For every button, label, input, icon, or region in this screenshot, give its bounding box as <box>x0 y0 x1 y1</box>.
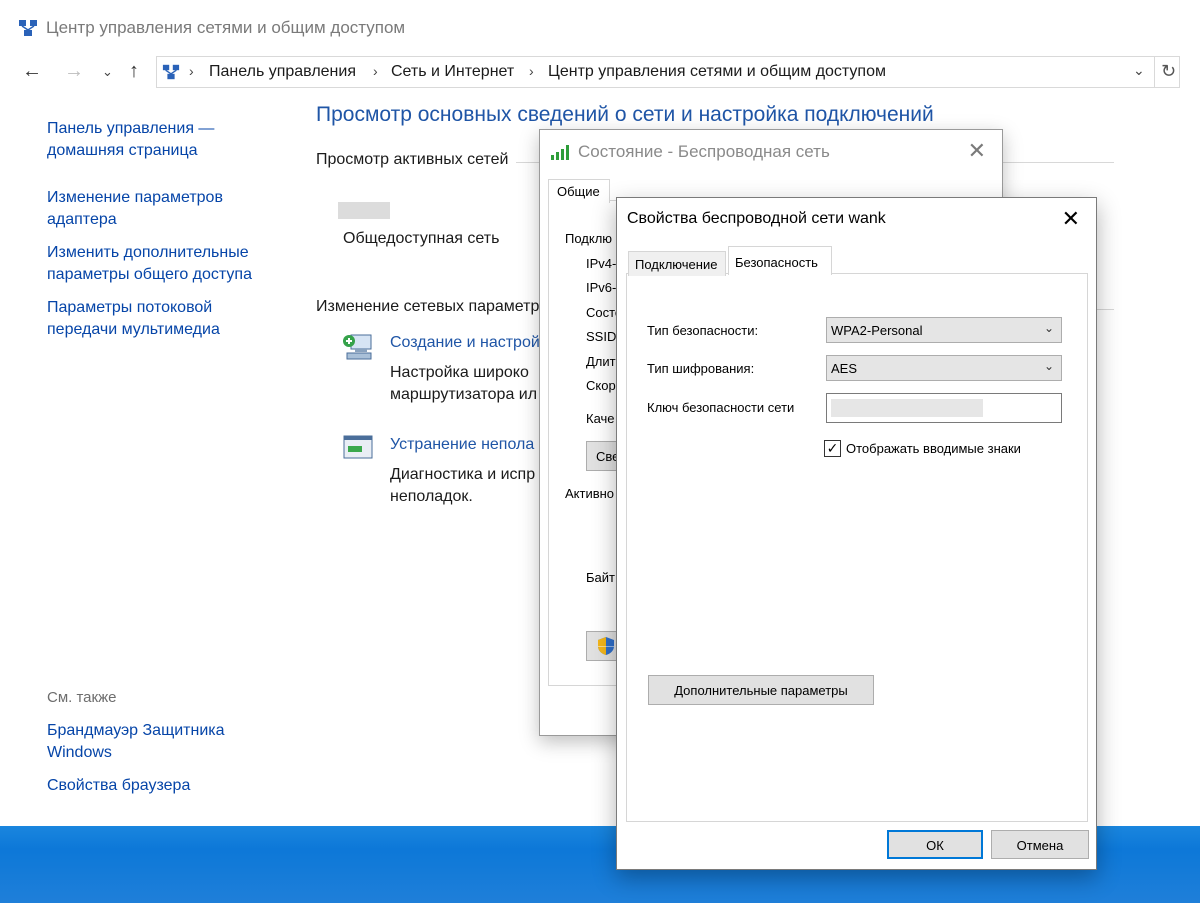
refresh-button[interactable]: ↻ <box>1154 57 1182 87</box>
change-settings-heading: Изменение сетевых параметр <box>316 298 540 315</box>
breadcrumb-network-center[interactable]: Центр управления сетями и общим доступом <box>548 63 886 81</box>
uac-shield-icon <box>598 637 614 655</box>
show-characters-checkbox[interactable]: ✓ <box>824 440 841 457</box>
network-setup-icon <box>343 334 372 360</box>
status-ipv4-label: IPv4- <box>586 256 617 271</box>
address-bar[interactable]: › Панель управления › Сеть и Интернет › … <box>156 56 1180 88</box>
page-title: Просмотр основных сведений о сети и наст… <box>316 103 934 126</box>
network-key-input[interactable] <box>826 393 1062 423</box>
status-ssid-label: SSID <box>586 329 617 344</box>
back-button[interactable]: ← <box>22 60 42 83</box>
props-close-icon[interactable]: ✕ <box>1062 206 1080 232</box>
wireless-properties-dialog: Свойства беспроводной сети wank ✕ Подклю… <box>616 197 1097 870</box>
props-dialog-title: Свойства беспроводной сети wank <box>627 210 886 227</box>
breadcrumb-control-panel[interactable]: Панель управления <box>209 63 356 81</box>
sidebar-link-advanced-sharing[interactable]: Изменить дополнительные параметры общего… <box>47 242 277 286</box>
control-panel-icon <box>162 64 180 80</box>
up-button[interactable]: ↑ <box>129 60 139 83</box>
security-type-label: Тип безопасности: <box>647 323 759 338</box>
task-setup-link[interactable]: Создание и настрой <box>390 334 540 352</box>
breadcrumb-network-internet[interactable]: Сеть и Интернет <box>391 63 514 81</box>
status-dialog-title: Состояние - Беспроводная сеть <box>578 142 830 161</box>
refresh-icon: ↻ <box>1161 61 1177 81</box>
show-characters-label[interactable]: Отображать вводимые знаки <box>846 441 1021 456</box>
breadcrumb-separator-icon[interactable]: › <box>529 63 534 79</box>
encryption-type-value: AES <box>831 361 858 376</box>
window-title: Центр управления сетями и общим доступом <box>46 18 406 37</box>
sidebar-link-home[interactable]: Панель управления — домашняя страница <box>47 118 247 162</box>
security-type-value: WPA2-Personal <box>831 323 923 338</box>
see-also-browser-properties-link[interactable]: Свойства браузера <box>47 775 247 797</box>
address-dropdown-chevron-icon[interactable]: ⌄ <box>1133 62 1145 79</box>
task-troubleshoot-desc-line2: неполадок. <box>390 488 473 505</box>
encryption-type-label: Тип шифрования: <box>647 361 755 376</box>
active-networks-heading: Просмотр активных сетей <box>316 151 509 168</box>
status-ipv6-label: IPv6- <box>586 280 617 295</box>
network-key-redacted <box>831 399 983 417</box>
task-setup-desc-line1: Настройка широко <box>390 364 529 381</box>
status-duration-label: Длит <box>586 354 616 369</box>
status-bytes-label: Байт <box>586 570 615 585</box>
forward-button[interactable]: → <box>64 60 84 83</box>
status-close-icon[interactable]: ✕ <box>968 138 986 164</box>
task-setup-desc-line2: маршрутизатора ил <box>390 386 538 403</box>
breadcrumb-separator-icon[interactable]: › <box>189 63 194 79</box>
see-also-firewall-link[interactable]: Брандмауэр Защитника Windows <box>47 720 247 764</box>
tab-general[interactable]: Общие <box>548 179 610 203</box>
cancel-button[interactable]: Отмена <box>991 830 1089 859</box>
ok-button[interactable]: ОК <box>887 830 983 859</box>
breadcrumb-separator-icon[interactable]: › <box>373 63 378 79</box>
tab-connection[interactable]: Подключение <box>628 251 726 276</box>
status-quality-label: Каче <box>586 411 615 426</box>
status-speed-label: Скор <box>586 378 616 393</box>
task-troubleshoot-desc-line1: Диагностика и испр <box>390 466 536 483</box>
encryption-type-select[interactable]: AES ⌄ <box>826 355 1062 381</box>
see-also-label: См. также <box>47 689 117 706</box>
network-type-label: Общедоступная сеть <box>343 230 500 247</box>
recent-locations-chevron-icon[interactable]: ⌄ <box>102 64 113 80</box>
sidebar-link-adapter-settings[interactable]: Изменение параметров адаптера <box>47 187 247 231</box>
advanced-settings-button[interactable]: Дополнительные параметры <box>648 675 874 705</box>
troubleshoot-icon <box>343 435 373 459</box>
tab-security[interactable]: Безопасность <box>728 246 832 275</box>
status-connection-label: Подклю <box>565 231 613 246</box>
network-key-label: Ключ безопасности сети <box>647 400 795 415</box>
chevron-down-icon: ⌄ <box>1043 321 1054 335</box>
wifi-signal-icon <box>551 145 569 160</box>
task-troubleshoot-link[interactable]: Устранение непола <box>390 436 534 454</box>
sidebar-link-media-streaming[interactable]: Параметры потоковой передачи мультимедиа <box>47 297 237 341</box>
status-activity-label: Активно <box>565 486 615 501</box>
chevron-down-icon: ⌄ <box>1043 359 1054 373</box>
network-center-icon <box>19 20 37 36</box>
network-name-redacted <box>338 202 390 219</box>
security-type-select[interactable]: WPA2-Personal ⌄ <box>826 317 1062 343</box>
